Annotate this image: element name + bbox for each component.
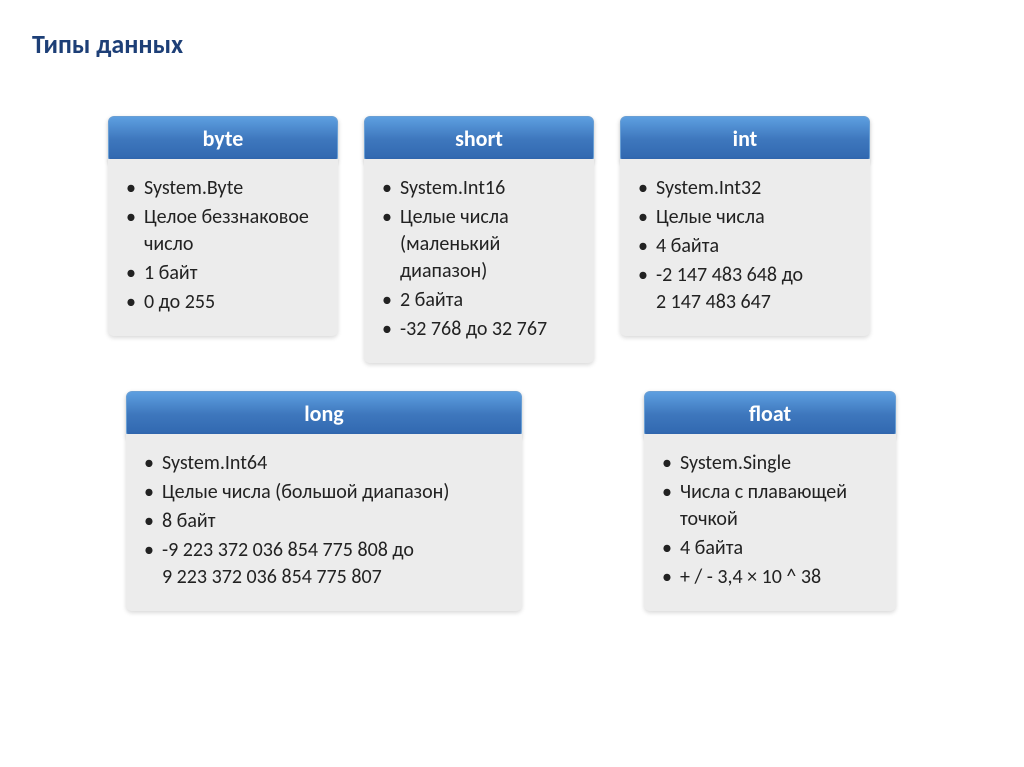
- card-long-body: System.Int64 Целые числа (большой диапаз…: [126, 434, 522, 611]
- card-long-header: long: [126, 391, 522, 438]
- list-item: -9 223 372 036 854 775 808 до 9 223 372 …: [140, 537, 508, 591]
- list-item: Целые числа (большой диапазон): [140, 479, 508, 506]
- list-item: -2 147 483 648 до 2 147 483 647: [634, 262, 856, 316]
- list-item: 4 байта: [634, 233, 856, 260]
- list-item: System.Int16: [378, 175, 580, 202]
- card-byte-header: byte: [108, 116, 338, 163]
- card-byte-body: System.Byte Целое беззнаковое число 1 ба…: [108, 159, 338, 336]
- range-line1: -2 147 483 648 до: [656, 263, 803, 287]
- card-float-body: System.Single Числа с плавающей точкой 4…: [644, 434, 896, 611]
- card-float-header: float: [644, 391, 896, 438]
- card-int: int System.Int32 Целые числа 4 байта -2 …: [620, 116, 870, 363]
- card-short-header: short: [364, 116, 594, 163]
- list-item: 8 байт: [140, 508, 508, 535]
- list-item: System.Byte: [122, 175, 324, 202]
- card-int-header: int: [620, 116, 870, 163]
- list-item: 4 байта: [658, 535, 882, 562]
- card-byte: byte System.Byte Целое беззнаковое число…: [108, 116, 338, 363]
- card-row-2: long System.Int64 Целые числа (большой д…: [0, 363, 1024, 611]
- list-item: Числа с плавающей точкой: [658, 479, 882, 533]
- card-short-body: System.Int16 Целые числа (маленький диап…: [364, 159, 594, 363]
- list-item: System.Int64: [140, 450, 508, 477]
- list-item: System.Int32: [634, 175, 856, 202]
- range-line1: -9 223 372 036 854 775 808 до: [162, 538, 414, 562]
- page-title: Типы данных: [0, 0, 1024, 60]
- range-line2: 2 147 483 647: [656, 289, 856, 316]
- list-item: + / - 3,4 × 10 ^ 38: [658, 564, 882, 591]
- list-item: 2 байта: [378, 287, 580, 314]
- list-item: Целое беззнаковое число: [122, 204, 324, 258]
- list-item: 1 байт: [122, 260, 324, 287]
- list-item: -32 768 до 32 767: [378, 316, 580, 343]
- card-int-body: System.Int32 Целые числа 4 байта -2 147 …: [620, 159, 870, 336]
- card-short: short System.Int16 Целые числа (маленьки…: [364, 116, 594, 363]
- card-float: float System.Single Числа с плавающей то…: [644, 391, 896, 611]
- list-item: Целые числа: [634, 204, 856, 231]
- card-long: long System.Int64 Целые числа (большой д…: [126, 391, 522, 611]
- card-row-1: byte System.Byte Целое беззнаковое число…: [0, 60, 1024, 363]
- list-item: 0 до 255: [122, 289, 324, 316]
- range-line2: 9 223 372 036 854 775 807: [162, 564, 508, 591]
- list-item: System.Single: [658, 450, 882, 477]
- list-item: Целые числа (маленький диапазон): [378, 204, 580, 285]
